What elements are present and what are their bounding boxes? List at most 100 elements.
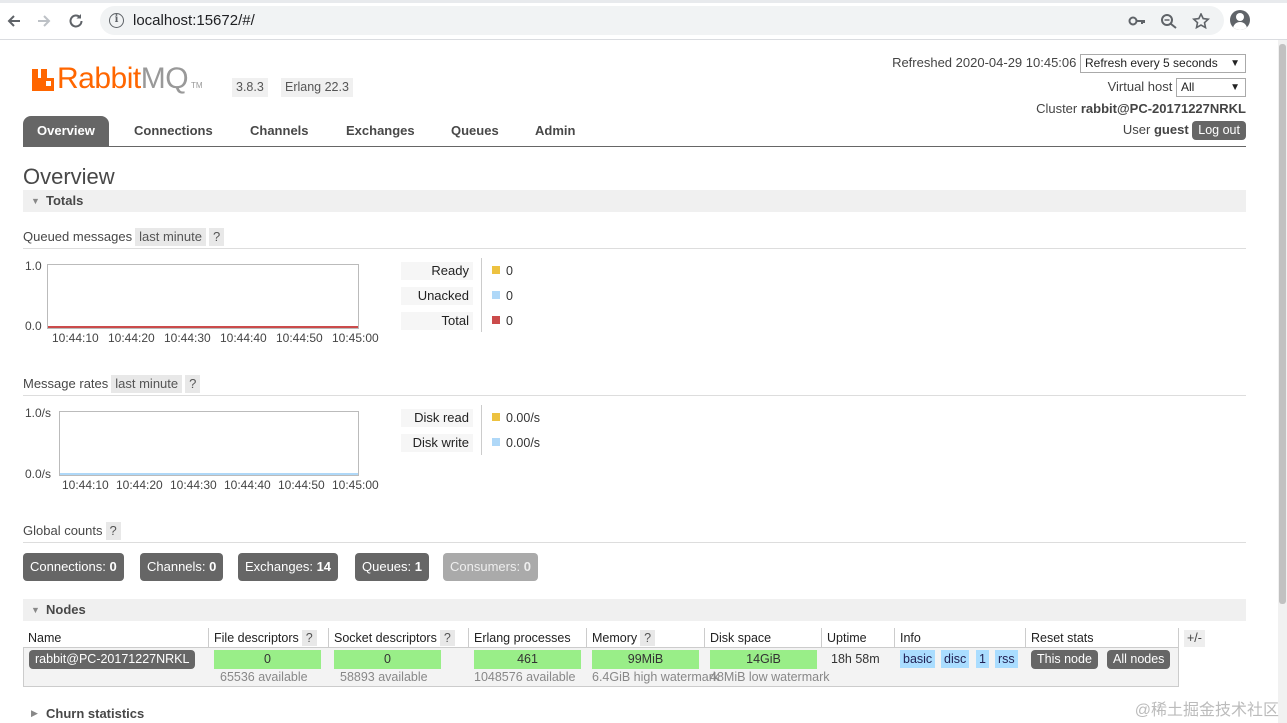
count-value: 0 xyxy=(209,559,217,574)
reset-this-node-button[interactable]: This node xyxy=(1031,650,1098,669)
tab-admin[interactable]: Admin xyxy=(521,116,589,146)
global-counts-help-button[interactable]: ? xyxy=(105,522,121,540)
socket-descriptors-help-button[interactable]: ? xyxy=(439,630,455,646)
col-disk-space-label: Disk space xyxy=(710,631,772,645)
queued-legend-divider xyxy=(481,258,482,332)
tab-overview[interactable]: Overview xyxy=(23,116,109,146)
rabbitmq-logo[interactable]: RabbitMQ TM xyxy=(32,64,203,94)
global-counts-heading: Global counts? xyxy=(23,521,1246,543)
socket-descriptors-available: 58893 available xyxy=(340,670,428,684)
url-text[interactable]: localhost:15672/#/ xyxy=(133,12,255,29)
count-label: Exchanges: xyxy=(245,559,313,574)
queues-count-button[interactable]: Queues: 1 xyxy=(355,553,430,581)
count-label: Queues: xyxy=(362,559,412,574)
col-info: Info xyxy=(895,628,1026,648)
count-value: 0 xyxy=(109,559,117,574)
nodes-section-toggle[interactable]: ▼ Nodes xyxy=(23,599,1246,621)
memory-help-button[interactable]: ? xyxy=(640,630,656,646)
col-disk-space: Disk space xyxy=(705,628,822,648)
rates-x-tick: 10:44:40 xyxy=(224,478,271,492)
memory-high-watermark: 6.4GiB high watermark xyxy=(592,670,720,684)
legend-disk-read: Disk read xyxy=(401,408,473,427)
rates-x-tick: 10:44:20 xyxy=(116,478,163,492)
page-title: Overview xyxy=(23,164,115,189)
back-icon[interactable] xyxy=(2,9,26,33)
channels-count-button[interactable]: Channels: 0 xyxy=(140,553,224,581)
queued-x-tick: 10:44:40 xyxy=(220,331,267,345)
erlang-processes-available: 1048576 available xyxy=(474,670,576,684)
queued-x-tick: 10:44:50 xyxy=(276,331,323,345)
connections-count-button[interactable]: Connections: 0 xyxy=(23,553,124,581)
info-tag-rss[interactable]: rss xyxy=(995,650,1018,668)
tab-channels[interactable]: Channels xyxy=(236,116,323,146)
bookmark-star-icon[interactable] xyxy=(1192,13,1210,29)
rates-help-button[interactable]: ? xyxy=(185,375,201,393)
queued-x-tick: 10:45:00 xyxy=(332,331,379,345)
node-name-link[interactable]: rabbit@PC-20171227NRKL xyxy=(29,650,196,669)
queued-x-tick: 10:44:20 xyxy=(108,331,155,345)
cluster-label: Cluster xyxy=(1036,101,1078,116)
profile-avatar-icon[interactable] xyxy=(1230,10,1250,30)
file-descriptors-available: 65536 available xyxy=(220,670,308,684)
reset-all-nodes-button[interactable]: All nodes xyxy=(1107,650,1171,669)
consumers-count-button[interactable]: Consumers: 0 xyxy=(443,553,538,581)
tab-queues[interactable]: Queues xyxy=(437,116,513,146)
source-watermark: @稀土掘金技术社区 xyxy=(1134,702,1279,719)
forward-icon[interactable] xyxy=(32,9,56,33)
count-label: Channels: xyxy=(147,559,206,574)
legend-ready-value: 0 xyxy=(506,264,513,278)
col-erlang-processes-label: Erlang processes xyxy=(474,631,571,645)
col-name-label: Name xyxy=(28,631,62,645)
file-descriptors-help-button[interactable]: ? xyxy=(301,630,317,646)
info-tag-basic[interactable]: basic xyxy=(900,650,936,668)
site-info-icon[interactable]: i xyxy=(109,13,124,28)
expanded-triangle-icon: ▼ xyxy=(31,196,40,206)
message-rates-label: Message rates xyxy=(23,376,109,391)
logo-rabbit-text: Rabbit xyxy=(57,62,141,95)
info-tag-disc[interactable]: disc xyxy=(941,650,970,668)
main-nav-tabs: Overview Connections Channels Exchanges … xyxy=(23,116,1246,147)
reload-icon[interactable] xyxy=(64,9,88,33)
cluster-row: Cluster rabbit@PC-20171227NRKL xyxy=(1036,101,1246,116)
memory-bar: 99MiB xyxy=(592,650,699,669)
message-rates-heading: Message rates last minute? xyxy=(23,374,1246,396)
disk-low-watermark: 48MiB low watermark xyxy=(710,670,830,684)
col-uptime: Uptime xyxy=(822,628,895,648)
queued-messages-chart xyxy=(47,264,359,329)
queued-x-tick: 10:44:10 xyxy=(52,331,99,345)
refreshed-timestamp: Refreshed 2020-04-29 10:45:06 xyxy=(892,54,1077,70)
col-name: Name xyxy=(23,628,209,648)
rates-legend-divider xyxy=(481,405,482,455)
legend-total-value: 0 xyxy=(506,314,513,328)
churn-statistics-toggle[interactable]: ▶ Churn statistics xyxy=(31,706,144,721)
col-reset-stats-label: Reset stats xyxy=(1031,631,1094,645)
rates-x-tick: 10:44:50 xyxy=(278,478,325,492)
key-icon[interactable] xyxy=(1128,13,1146,29)
tab-exchanges[interactable]: Exchanges xyxy=(332,116,429,146)
legend-disk-write-value: 0.00/s xyxy=(506,436,541,450)
queued-messages-heading: Queued messages last minute? xyxy=(23,227,1246,249)
address-bar[interactable]: i localhost:15672/#/ xyxy=(100,6,1224,35)
virtual-host-select[interactable]: All ▼ xyxy=(1176,78,1246,97)
rates-range-tag[interactable]: last minute xyxy=(111,375,183,393)
virtual-host-row: Virtual host All ▼ xyxy=(1108,78,1246,97)
totals-section-toggle[interactable]: ▼ Totals xyxy=(23,190,1246,212)
queued-range-tag[interactable]: last minute xyxy=(135,228,206,246)
scrollbar-thumb[interactable] xyxy=(1279,44,1286,604)
tab-connections[interactable]: Connections xyxy=(120,116,227,146)
queued-total-series-line xyxy=(48,326,358,328)
refresh-interval-select[interactable]: Refresh every 5 seconds ▼ xyxy=(1080,54,1246,73)
count-value: 0 xyxy=(523,559,531,574)
count-value: 1 xyxy=(414,559,423,574)
info-tag-count[interactable]: 1 xyxy=(976,650,989,668)
queued-help-button[interactable]: ? xyxy=(209,228,225,246)
col-file-descriptors-label: File descriptors xyxy=(214,631,299,645)
page-scrollbar[interactable] xyxy=(1278,40,1287,723)
columns-toggle-button[interactable]: +/- xyxy=(1184,630,1205,647)
exchanges-count-button[interactable]: Exchanges: 14 xyxy=(238,553,339,581)
zoom-icon[interactable] xyxy=(1160,13,1178,29)
col-memory-label: Memory xyxy=(592,631,638,645)
rabbitmq-logo-icon xyxy=(32,69,54,91)
col-reset-stats: Reset stats xyxy=(1026,628,1179,648)
legend-unacked: Unacked xyxy=(401,286,473,305)
